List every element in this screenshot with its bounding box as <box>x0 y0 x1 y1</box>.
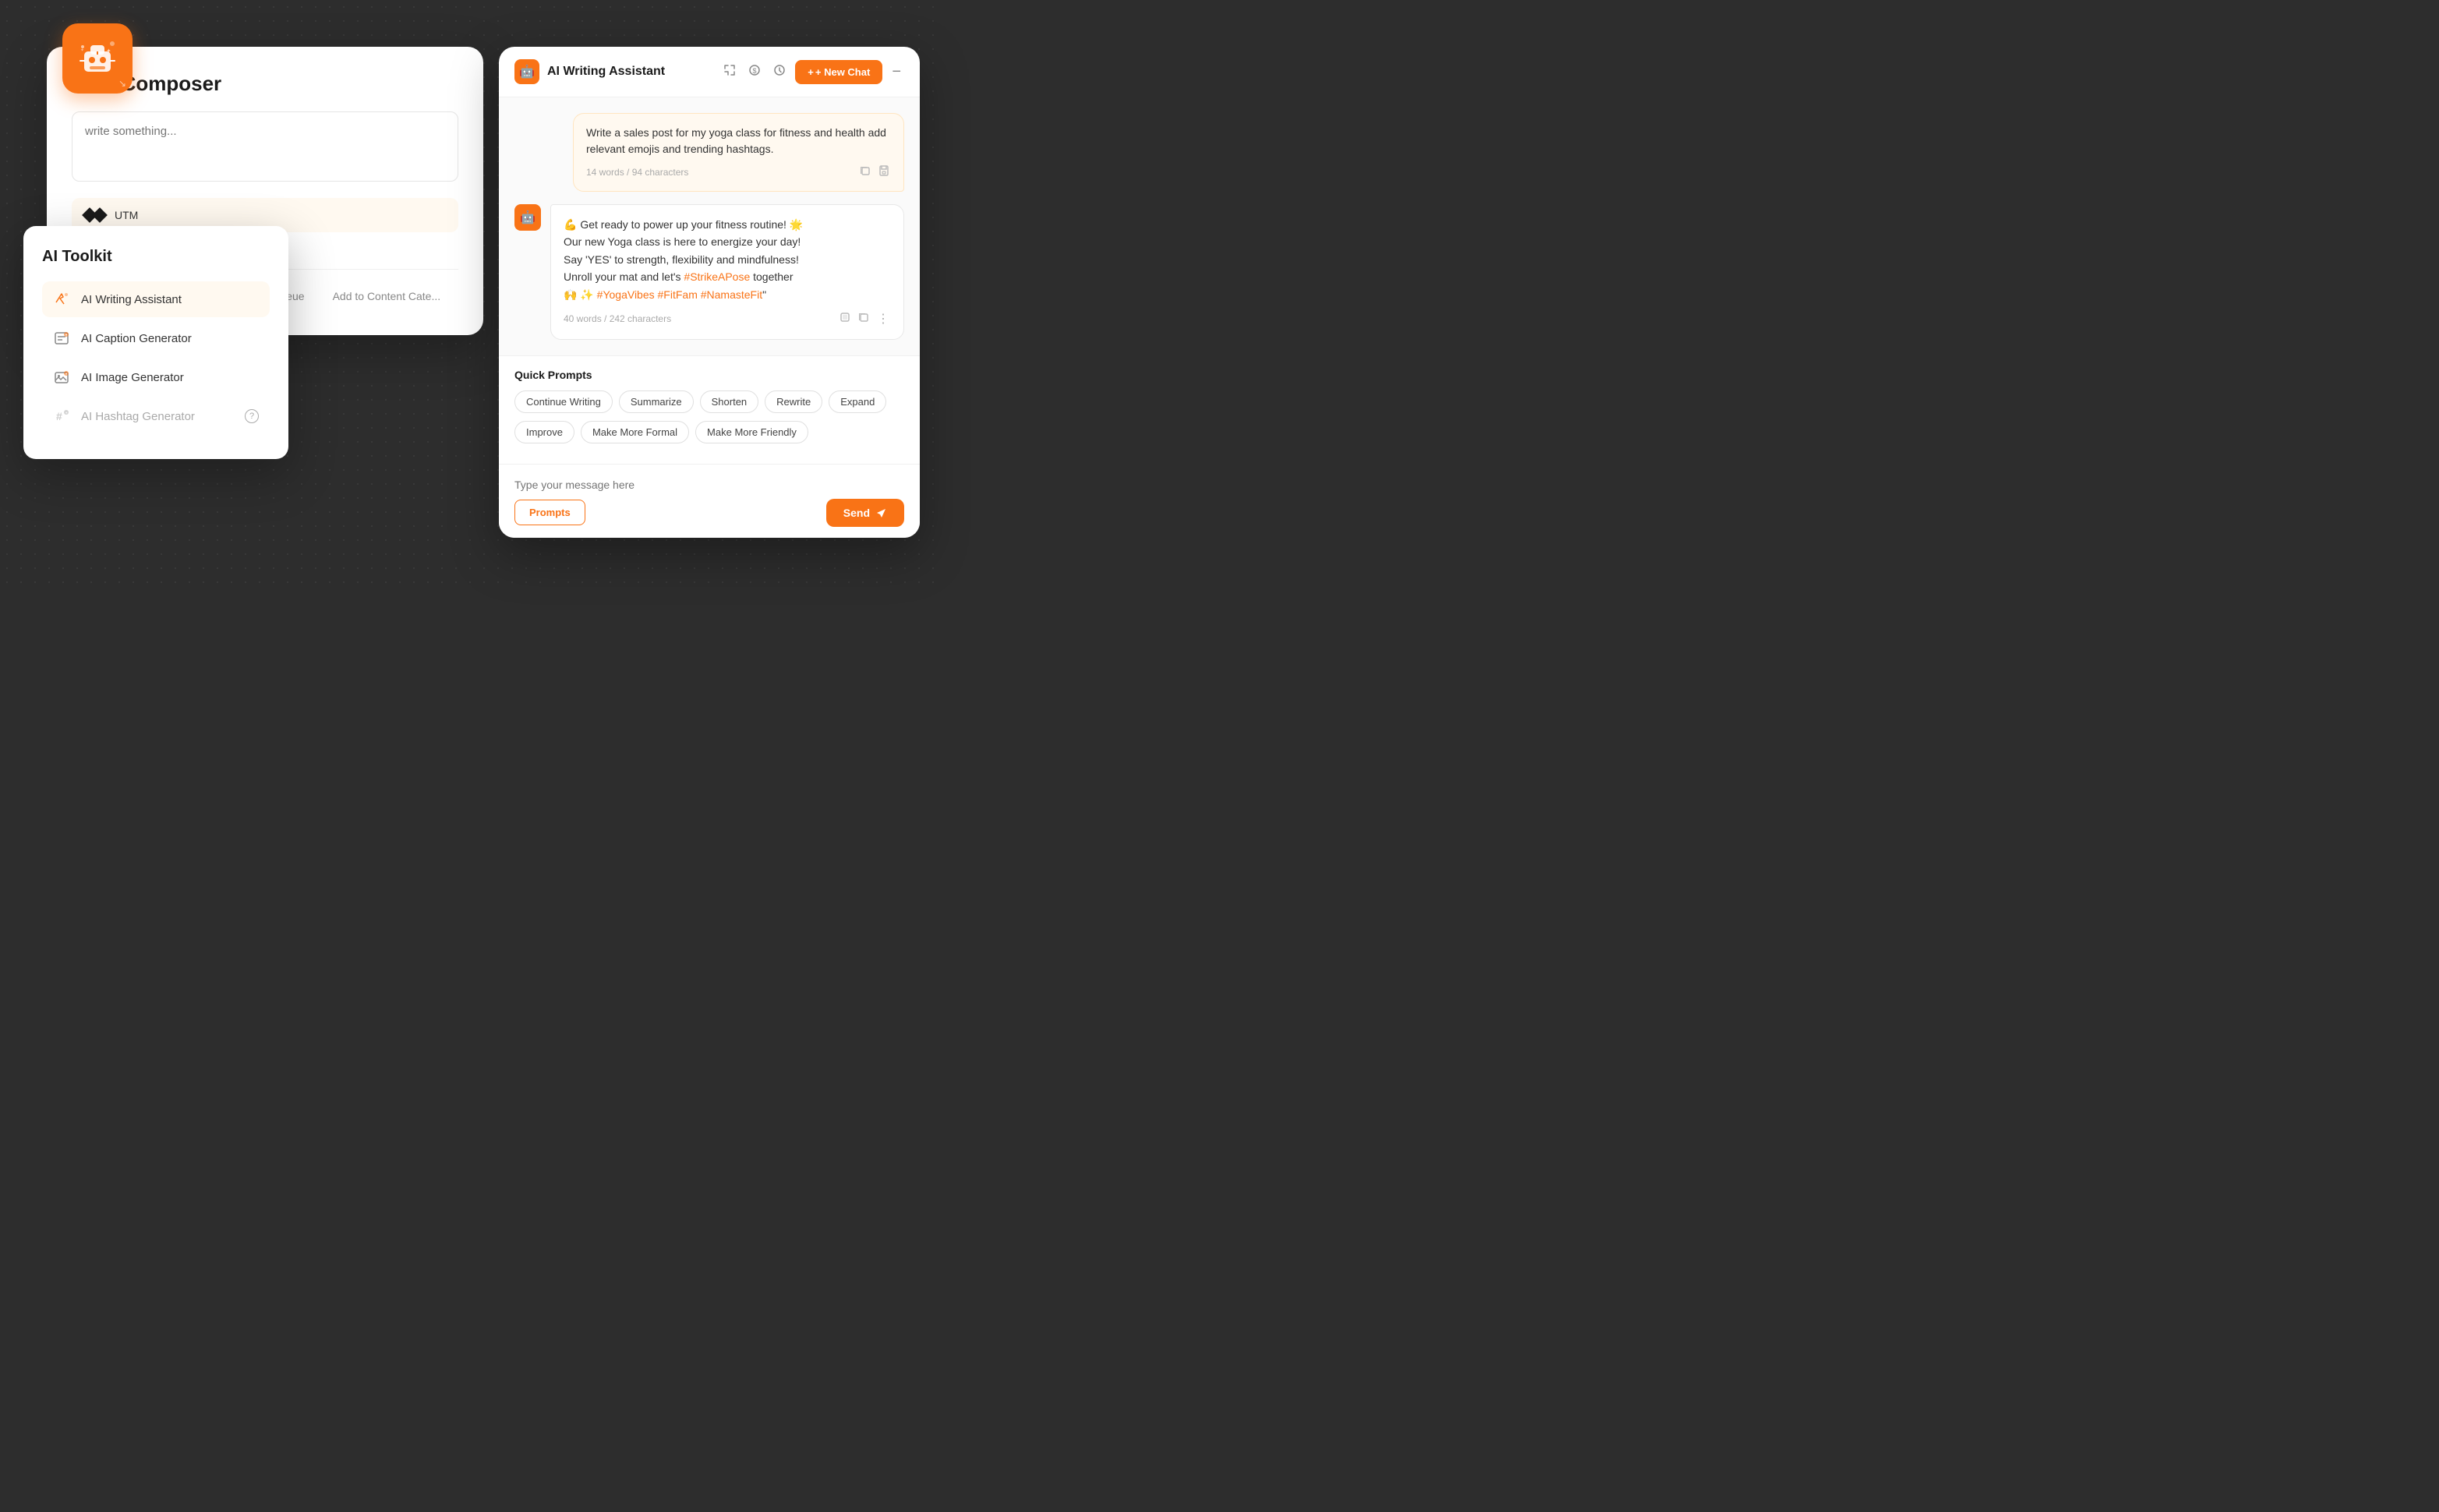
ai-text-line5: together <box>750 270 793 283</box>
svg-text:#: # <box>56 410 62 422</box>
new-chat-button[interactable]: + + New Chat <box>795 60 882 84</box>
hashtag-info-icon[interactable]: ? <box>245 409 259 423</box>
ai-text-line2: Our new Yoga class is here to energize y… <box>564 235 801 248</box>
prompt-rewrite[interactable]: Rewrite <box>765 390 822 413</box>
send-icon <box>876 507 887 518</box>
prompt-expand[interactable]: Expand <box>829 390 886 413</box>
user-message-bubble: Write a sales post for my yoga class for… <box>573 113 904 192</box>
ai-text-line4: Unroll your mat and let's <box>564 270 684 283</box>
hashtag-generator-icon: # ✦ <box>53 408 70 425</box>
chat-header: 🤖 AI Writing Assistant $ <box>499 47 920 97</box>
compose-textarea[interactable] <box>72 111 458 182</box>
user-word-count: 14 words / 94 characters <box>586 167 688 178</box>
chat-header-actions: $ + + New Chat − <box>720 60 904 84</box>
caption-generator-label: AI Caption Generator <box>81 332 192 345</box>
new-chat-plus: + <box>808 66 814 78</box>
prompt-more-friendly[interactable]: Make More Friendly <box>695 421 808 443</box>
ai-bubble-actions: ⋮ <box>838 309 891 328</box>
ai-regenerate-button[interactable] <box>838 309 852 328</box>
hashtag-generator-label: AI Hashtag Generator <box>81 410 195 423</box>
ai-response-bubble: 💪 Get ready to power up your fitness rou… <box>550 204 904 340</box>
send-label: Send <box>843 507 870 519</box>
ai-text-line3: Say 'YES' to strength, flexibility and m… <box>564 253 799 266</box>
chat-header-title: AI Writing Assistant <box>547 65 712 79</box>
ai-more-button[interactable]: ⋮ <box>875 309 891 328</box>
toolkit-title: AI Toolkit <box>42 248 270 266</box>
ai-word-count: 40 words / 242 characters <box>564 313 671 324</box>
user-message-text: Write a sales post for my yoga class for… <box>586 125 891 157</box>
chat-header-robot-icon: 🤖 <box>514 59 539 84</box>
send-button[interactable]: Send <box>826 499 904 527</box>
toolkit-item-caption-generator[interactable]: ✦ AI Caption Generator <box>42 320 270 356</box>
ai-toolkit-panel: AI Toolkit AI Writing Assistant ✦ AI Cap… <box>23 226 288 459</box>
minimize-button[interactable]: − <box>889 60 904 84</box>
svg-text:✦: ✦ <box>106 48 111 55</box>
utm-diamond-right <box>92 207 108 223</box>
ai-hashtag2: #YogaVibes <box>597 288 655 301</box>
ai-hashtag4: #NamasteFit <box>701 288 762 301</box>
toolkit-item-writing-assistant[interactable]: AI Writing Assistant <box>42 281 270 317</box>
resize-icon-button[interactable] <box>720 61 739 83</box>
ai-text-line6: 🙌 ✨ <box>564 288 597 301</box>
writing-assistant-label: AI Writing Assistant <box>81 293 182 306</box>
caption-generator-icon: ✦ <box>53 330 70 347</box>
prompt-tags-row2: Improve Make More Formal Make More Frien… <box>514 421 904 443</box>
utm-label: UTM <box>115 209 138 221</box>
add-to-content-cate-button[interactable]: Add to Content Cate... <box>319 282 455 310</box>
prompt-tags-row1: Continue Writing Summarize Shorten Rewri… <box>514 390 904 413</box>
chat-panel: 🤖 AI Writing Assistant $ <box>499 47 920 538</box>
new-chat-label: + New Chat <box>815 66 870 78</box>
history-icon-button[interactable] <box>770 61 789 83</box>
save-icon-button[interactable] <box>877 164 891 180</box>
toolkit-item-hashtag-generator[interactable]: # ✦ AI Hashtag Generator ? <box>42 398 270 434</box>
ai-avatar: 🤖 <box>514 204 541 231</box>
ai-text-line7: " <box>762 288 766 301</box>
svg-text:$: $ <box>753 67 757 75</box>
user-bubble-meta: 14 words / 94 characters <box>586 164 891 180</box>
ai-hashtag1: #StrikeAPose <box>684 270 750 283</box>
image-generator-icon: ✦ <box>53 369 70 386</box>
user-bubble-actions <box>858 164 891 180</box>
ai-response-text: 💪 Get ready to power up your fitness rou… <box>564 216 891 303</box>
prompt-more-formal[interactable]: Make More Formal <box>581 421 689 443</box>
ai-hashtag3: #FitFam <box>658 288 698 301</box>
image-generator-label: AI Image Generator <box>81 371 184 384</box>
prompt-improve[interactable]: Improve <box>514 421 574 443</box>
ai-response-row: 🤖 💪 Get ready to power up your fitness r… <box>514 204 904 340</box>
ai-bubble-meta: 40 words / 242 characters <box>564 309 891 328</box>
message-footer: Prompts Send <box>514 499 904 527</box>
copy-icon-button[interactable] <box>858 164 872 180</box>
quick-prompts-section: Quick Prompts Continue Writing Summarize… <box>499 355 920 464</box>
chat-body: Write a sales post for my yoga class for… <box>499 97 920 355</box>
svg-text:✦: ✦ <box>80 48 84 53</box>
writing-assistant-icon <box>53 291 70 308</box>
utm-logo <box>84 210 105 221</box>
prompt-shorten[interactable]: Shorten <box>700 390 759 413</box>
message-input-area: Prompts Send <box>499 464 920 538</box>
robot-badge: ✦ ✦ <box>62 23 133 94</box>
credits-icon-button[interactable]: $ <box>745 61 764 83</box>
prompt-summarize[interactable]: Summarize <box>619 390 694 413</box>
ai-copy-button[interactable] <box>857 309 871 328</box>
toolkit-item-image-generator[interactable]: ✦ AI Image Generator <box>42 359 270 395</box>
quick-prompts-title: Quick Prompts <box>514 369 904 381</box>
prompt-continue-writing[interactable]: Continue Writing <box>514 390 613 413</box>
ai-text-line1: 💪 Get ready to power up your fitness rou… <box>564 218 803 231</box>
prompts-button[interactable]: Prompts <box>514 500 585 525</box>
message-input[interactable] <box>514 475 904 499</box>
